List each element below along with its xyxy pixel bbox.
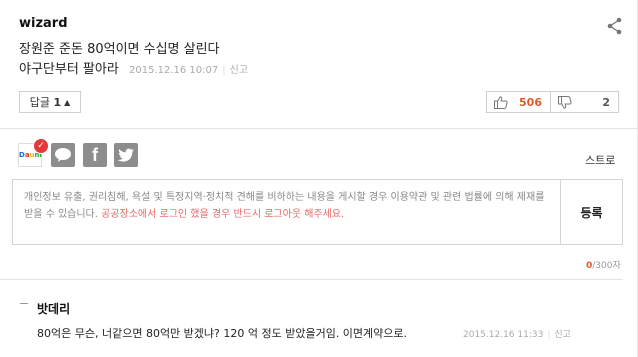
twitter-bird-icon — [117, 148, 134, 162]
speech-bubble-icon — [55, 148, 71, 162]
comment-timestamp: 2015.12.16 10:07 — [129, 65, 219, 76]
comment-author[interactable]: wizard — [19, 16, 68, 31]
reply-author[interactable]: 밧데리 — [37, 300, 70, 317]
downvote-count: 2 — [602, 95, 610, 109]
comment-text-line-1: 장원준 준돈 80억이면 수십명 살린다 — [19, 42, 220, 57]
facebook-icon: f — [92, 144, 98, 165]
facebook-share-button[interactable]: f — [83, 143, 107, 167]
caret-up-icon: ▲ — [64, 97, 71, 107]
char-counter: 0/300자 — [586, 258, 621, 271]
upvote-count: 506 — [519, 95, 542, 109]
reply-indent-mark — [20, 303, 28, 304]
kakaotalk-share-button[interactable] — [51, 143, 75, 167]
reply-button-label: 답글 — [29, 96, 50, 109]
comment-text-line-2: 야구단부터 팔아라 — [19, 62, 119, 77]
reply-timestamp: 2015.12.16 11:33 — [463, 330, 544, 340]
upvote-button[interactable]: 506 — [486, 91, 551, 113]
submit-button[interactable]: 등록 — [560, 179, 623, 245]
comment-input[interactable]: 개인정보 유출, 권리침해, 욕설 및 특정지역·정치적 견해를 비하하는 내용… — [12, 179, 561, 245]
thumbs-up-icon — [494, 95, 508, 109]
input-warning: 공공장소에서 로그인 했을 경우 반드시 로그아웃 해주세요. — [101, 209, 345, 220]
report-link[interactable]: 신고 — [230, 65, 248, 76]
reply-count: 1 — [53, 95, 62, 109]
stray-label[interactable]: 스트로 — [585, 152, 615, 168]
divider — [0, 128, 638, 129]
reply-toggle-button[interactable]: 답글 1 ▲ — [19, 91, 81, 113]
reply-report-link[interactable]: 신고 — [554, 330, 571, 340]
check-icon: ✓ — [33, 138, 49, 154]
share-icon[interactable] — [605, 16, 625, 36]
char-count-max: /300자 — [592, 261, 621, 271]
reply-meta: 2015.12.16 11:33 | 신고 — [463, 330, 571, 340]
twitter-share-button[interactable] — [114, 143, 138, 167]
thumbs-down-icon — [558, 95, 572, 109]
divider — [0, 279, 623, 280]
comment-meta: 2015.12.16 10:07 | 신고 — [129, 65, 249, 76]
downvote-button[interactable]: 2 — [551, 91, 619, 113]
reply-text: 80억은 무슨, 너같으면 80억만 받겠냐? 120 억 정도 받았을거임. … — [37, 327, 408, 340]
